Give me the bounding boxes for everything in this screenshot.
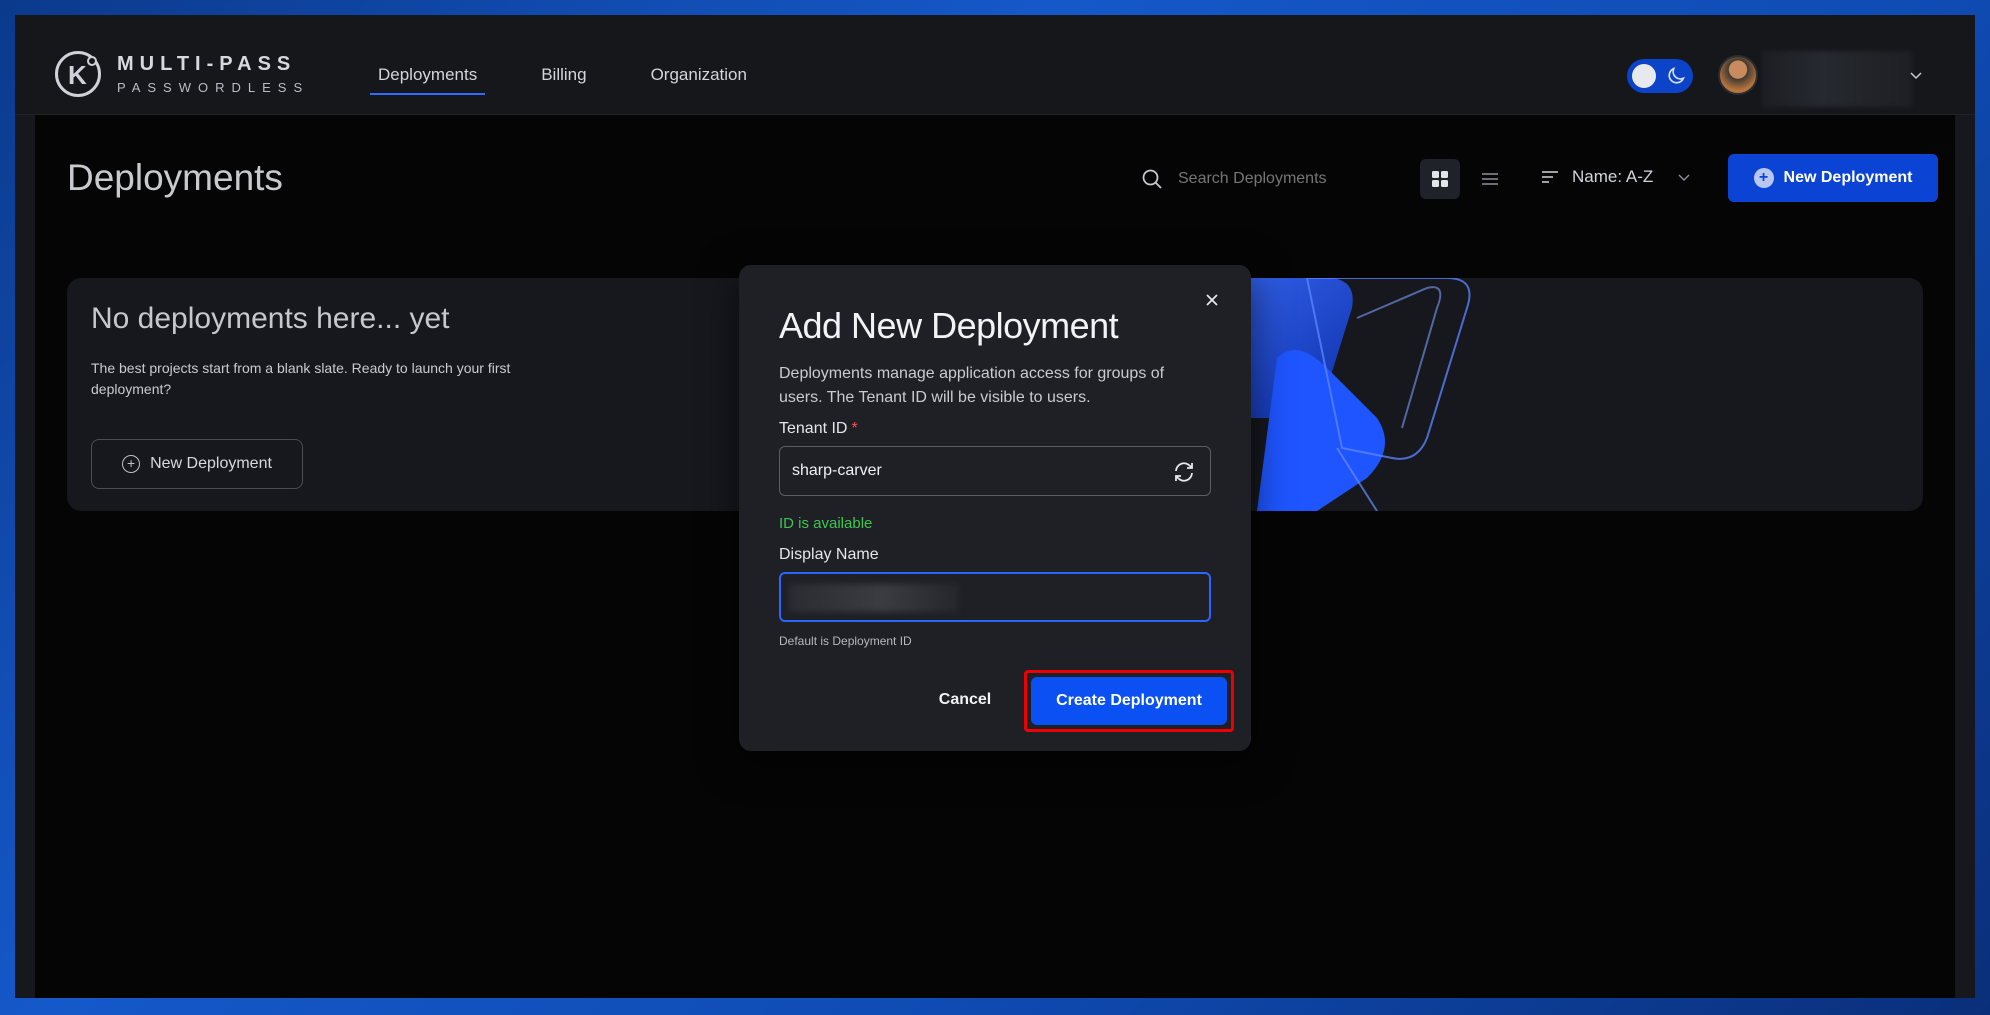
display-name-redacted-value <box>789 584 959 612</box>
dialog-description: Deployments manage application access fo… <box>779 365 1165 406</box>
tenant-id-field[interactable]: sharp-carver <box>779 446 1211 496</box>
create-deployment-button[interactable]: Create Deployment <box>1031 677 1227 725</box>
dialog-title: Add New Deployment <box>779 305 1119 346</box>
display-name-label: Display Name <box>779 546 879 563</box>
refresh-icon[interactable] <box>1172 460 1196 484</box>
required-marker: * <box>851 420 858 437</box>
modal-overlay: Add New Deployment Deployments manage ap… <box>15 15 1975 998</box>
id-availability-status: ID is available <box>779 515 873 532</box>
tenant-id-value: sharp-carver <box>792 462 882 479</box>
tenant-id-label-text: Tenant ID <box>779 420 848 437</box>
display-name-hint: Default is Deployment ID <box>779 634 912 648</box>
app-window: K MULTI-PASS PASSWORDLESS Deployments Bi… <box>15 15 1975 998</box>
display-name-field[interactable] <box>779 572 1211 622</box>
tenant-id-label: Tenant ID * <box>779 420 858 438</box>
close-icon[interactable] <box>1201 289 1223 311</box>
add-deployment-dialog: Add New Deployment Deployments manage ap… <box>739 265 1251 751</box>
cancel-button[interactable]: Cancel <box>925 680 1005 720</box>
